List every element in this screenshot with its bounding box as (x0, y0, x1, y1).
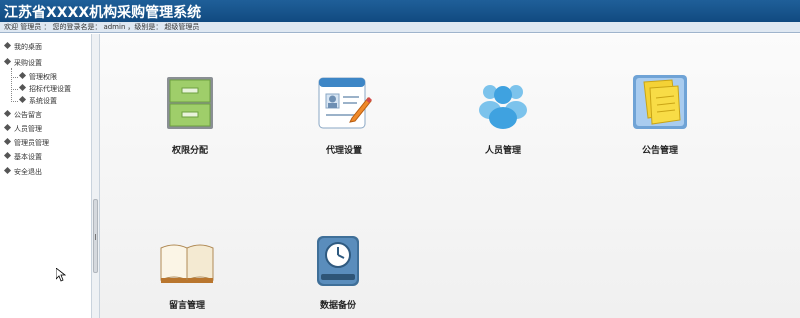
sidebar-item-label: 我的桌面 (14, 43, 42, 51)
sidebar-item-purchase-settings[interactable]: 采购设置 (3, 57, 42, 68)
sidebar-item-label: 管理权限 (29, 73, 57, 81)
tree-line (11, 101, 18, 102)
sidebar-item-desktop[interactable]: 我的桌面 (3, 41, 42, 52)
sidebar-item-label: 公告留言 (14, 111, 42, 119)
diamond-bullet-icon (3, 166, 12, 175)
tile-backup[interactable]: 数据备份 (283, 234, 393, 318)
sidebar-item-system-settings[interactable]: 系统设置 (18, 95, 57, 106)
diamond-bullet-icon (18, 83, 27, 92)
tile-label: 公告管理 (641, 146, 678, 156)
sidebar-item-basic-settings[interactable]: 基本设置 (3, 151, 42, 162)
tile-permissions[interactable]: 权限分配 (135, 74, 245, 164)
diamond-bullet-icon (18, 71, 27, 80)
sidebar-item-label: 人员管理 (14, 125, 42, 133)
sidebar-item-label: 管理员管理 (14, 139, 49, 147)
splitter-handle[interactable] (93, 199, 98, 273)
app-title: 江苏省XXXX机构采购管理系统 (4, 5, 202, 21)
sidebar-item-label: 基本设置 (14, 153, 42, 161)
sidebar-item-permissions[interactable]: 管理权限 (18, 71, 57, 82)
book-icon (160, 244, 214, 283)
sidebar-item-admins[interactable]: 管理员管理 (3, 137, 49, 148)
diamond-bullet-icon (3, 137, 12, 146)
diamond-bullet-icon (3, 41, 12, 50)
sidebar-item-staff[interactable]: 人员管理 (3, 123, 42, 134)
tile-notices[interactable]: 公告管理 (605, 74, 715, 164)
sidebar-item-label: 安全退出 (14, 168, 42, 176)
users-icon (479, 85, 527, 129)
cabinet-icon (167, 77, 213, 129)
welcome-text: 欢迎 管理员 ： (4, 23, 51, 31)
sidebar-splitter[interactable] (92, 34, 100, 318)
login-label: 您的登录名是： (52, 23, 102, 31)
diamond-bullet-icon (3, 151, 12, 160)
profile-card-icon (318, 77, 372, 129)
tree-line (11, 68, 12, 102)
sidebar-item-logout[interactable]: 安全退出 (3, 166, 42, 177)
grip-icon (95, 234, 96, 240)
level-label: ，级别是： (127, 23, 163, 31)
backup-drive-icon (317, 236, 359, 286)
tile-messages[interactable]: 留言管理 (132, 234, 242, 318)
tile-label: 人员管理 (484, 146, 521, 156)
main-content: 权限分配 代理设置 人员管理 公告管理 留言管理 数据备份 (100, 34, 800, 318)
notes-icon (633, 75, 687, 129)
tile-label: 代理设置 (325, 146, 362, 156)
sidebar-item-label: 招标代理设置 (29, 85, 71, 93)
sidebar-item-label: 采购设置 (14, 59, 42, 67)
sidebar-item-notices[interactable]: 公告留言 (3, 109, 42, 120)
diamond-bullet-icon (18, 95, 27, 104)
header-bar: 江苏省XXXX机构采购管理系统 (0, 0, 800, 22)
sidebar-item-label: 系统设置 (29, 97, 57, 105)
diamond-bullet-icon (3, 123, 12, 132)
tile-staff[interactable]: 人员管理 (448, 74, 558, 164)
sidebar-item-agency-settings[interactable]: 招标代理设置 (18, 83, 71, 94)
sidebar: 我的桌面 采购设置 管理权限 招标代理设置 系统设置 公告留言 人员管理 管理员… (0, 34, 92, 318)
tile-label: 留言管理 (168, 301, 205, 311)
level-value: 超级管理员 (164, 23, 200, 31)
tile-label: 权限分配 (171, 146, 208, 156)
tree-line (11, 77, 18, 78)
user-info-bar: 欢迎 管理员 ：您的登录名是： admin ，级别是： 超级管理员 (0, 22, 800, 33)
diamond-bullet-icon (3, 109, 12, 118)
login-name: admin (103, 23, 126, 31)
mouse-cursor-icon (56, 268, 66, 282)
tile-label: 数据备份 (319, 301, 356, 311)
diamond-bullet-icon (3, 57, 12, 66)
tree-line (11, 89, 18, 90)
tile-agency-settings[interactable]: 代理设置 (289, 74, 399, 164)
